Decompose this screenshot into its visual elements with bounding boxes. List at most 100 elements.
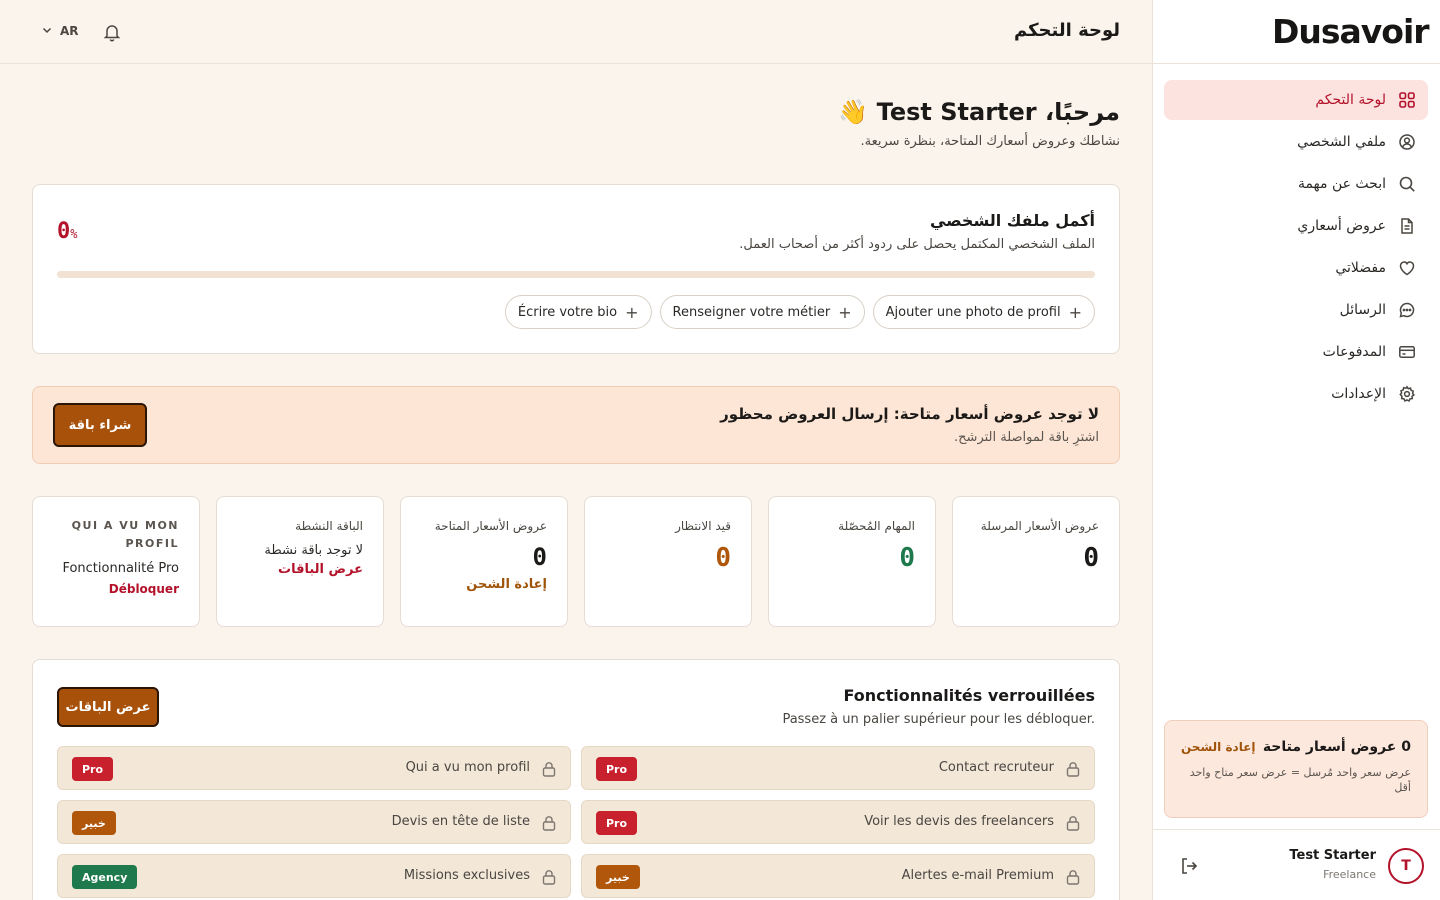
profile-actions: Écrire votre bio + Renseigner votre métie… (504, 295, 1095, 329)
set-job-chip[interactable]: Renseigner votre métier + (659, 295, 865, 329)
locked-feature-row[interactable]: Voir les devis des freelancers Pro (581, 800, 1095, 844)
locked-feature-row[interactable]: Missions exclusives Agency (57, 854, 571, 898)
chat-icon (1398, 301, 1416, 319)
gear-icon (1398, 385, 1416, 403)
sidebar-item-messages[interactable]: الرسائل (1164, 290, 1428, 330)
chevron-down-icon (42, 24, 52, 38)
stat-label: QUI A VU MON PROFIL (71, 519, 179, 550)
profile-card-title: أكمل ملفك الشخصي (929, 211, 1095, 230)
stat-label: الباقة النشطة (295, 519, 363, 533)
stat-quotes-sent: عروض الأسعار المرسلة 0 (952, 496, 1120, 627)
sidebar-item-label: ملفي الشخصي (1297, 134, 1386, 150)
stat-missions-won: المهام المُحصّلة 0 (768, 496, 936, 627)
search-icon (1398, 175, 1416, 193)
profile-percent: 0% (57, 219, 78, 244)
avatar[interactable]: T (1388, 848, 1424, 884)
feature-name: Alertes e-mail Premium (901, 868, 1054, 883)
page-title: لوحة التحكم (1013, 20, 1120, 41)
locked-feature-row[interactable]: Qui a vu mon profil Pro (57, 746, 571, 790)
view-plans-button[interactable]: عرض الباقات (57, 687, 159, 727)
stat-label: قيد الانتظار (675, 519, 731, 533)
feature-name: Missions exclusives (403, 868, 530, 883)
sidebar-item-label: الرسائل (1339, 302, 1386, 318)
bell-icon[interactable] (102, 22, 122, 42)
recharge-link[interactable]: إعادة الشحن (421, 577, 547, 592)
sidebar-item-label: عروض أسعاري (1297, 218, 1386, 234)
locked-feature-row[interactable]: Alertes e-mail Premium خبير (581, 854, 1095, 898)
sidebar-item-quotes[interactable]: عروض أسعاري (1164, 206, 1428, 246)
stat-label: عروض الأسعار المرسلة (980, 519, 1099, 533)
credits-note: عرض سعر واحد مُرسل = عرض سعر متاح واحد أ… (1189, 766, 1411, 794)
document-icon (1398, 217, 1416, 235)
sidebar-item-favorites[interactable]: مفضلاتي (1164, 248, 1428, 288)
language-label: AR (60, 24, 79, 38)
feature-name: Contact recruteur (938, 760, 1054, 775)
user-role: Freelance (1323, 868, 1376, 881)
buy-plan-button[interactable]: شراء باقة (53, 403, 147, 447)
sidebar-item-settings[interactable]: الإعدادات (1164, 374, 1428, 414)
plus-icon: + (1068, 302, 1082, 322)
profile-completion-card: أكمل ملفك الشخصي الملف الشخصي المكتمل يح… (32, 184, 1120, 354)
tier-badge: Pro (596, 811, 638, 835)
welcome-subtitle: نشاطك وعروض أسعارك المتاحة، بنظرة سريعة. (860, 134, 1121, 149)
sidebar: Dusavoir لوحة التحكم ملفي الشخصي ابحث عن… (1152, 0, 1440, 900)
stat-value: 0 (715, 543, 731, 573)
logout-icon[interactable] (1179, 856, 1199, 876)
credits-card: 0 عروض أسعار متاحة إعادة الشحن عرض سعر و… (1164, 720, 1428, 818)
brand-logo[interactable]: Dusavoir (1272, 14, 1430, 50)
tier-badge: Agency (72, 865, 138, 889)
stat-value: 0 (1083, 543, 1099, 573)
write-bio-chip[interactable]: Écrire votre bio + (504, 295, 652, 329)
recharge-link[interactable]: إعادة الشحن (1181, 740, 1256, 754)
locked-features-card: Fonctionnalités verrouillées Passez à un… (32, 659, 1120, 900)
sidebar-item-label: الإعدادات (1331, 386, 1386, 402)
lock-icon (1066, 870, 1080, 885)
plus-icon: + (838, 302, 852, 322)
alert-subtitle: اشترِ باقة لمواصلة الترشح. (954, 430, 1099, 445)
unlock-link[interactable]: Débloquer (53, 582, 179, 596)
lock-icon (542, 870, 556, 885)
sidebar-item-label: لوحة التحكم (1315, 92, 1386, 108)
stat-value: 0 (899, 543, 915, 573)
tier-badge: خبير (596, 865, 640, 889)
credit-card-icon (1398, 343, 1416, 361)
language-selector[interactable]: AR (42, 24, 79, 38)
stat-text: لا توجد باقة نشطة (264, 543, 363, 558)
add-photo-chip[interactable]: Ajouter une photo de profil + (872, 295, 1095, 329)
lock-icon (1066, 762, 1080, 777)
heart-icon (1398, 259, 1416, 277)
tier-badge: Pro (596, 757, 638, 781)
sidebar-item-profile[interactable]: ملفي الشخصي (1164, 122, 1428, 162)
profile-card-subtitle: الملف الشخصي المكتمل يحصل على ردود أكثر … (739, 237, 1095, 252)
tier-badge: خبير (72, 811, 116, 835)
stat-value: 0 (532, 543, 547, 571)
no-credits-alert: لا توجد عروض أسعار متاحة: إرسال العروض م… (32, 386, 1120, 464)
welcome-title: مرحبًا، Test Starter 👋 (838, 98, 1120, 126)
user-name: Test Starter (1289, 848, 1376, 863)
stat-label: المهام المُحصّلة (838, 519, 915, 533)
lock-icon (542, 762, 556, 777)
profile-progress-bar (57, 271, 1095, 278)
stat-pending: قيد الانتظار 0 (584, 496, 752, 627)
sidebar-item-label: المدفوعات (1322, 344, 1386, 360)
grid-icon (1398, 91, 1416, 109)
sidebar-nav: لوحة التحكم ملفي الشخصي ابحث عن مهمة عرو… (1164, 80, 1428, 416)
locked-feature-row[interactable]: Contact recruteur Pro (581, 746, 1095, 790)
stat-text: Fonctionnalité Pro (62, 561, 179, 576)
lock-icon (1066, 816, 1080, 831)
sidebar-item-label: ابحث عن مهمة (1297, 176, 1386, 192)
locked-feature-row[interactable]: Devis en tête de liste خبير (57, 800, 571, 844)
feature-name: Qui a vu mon profil (405, 760, 530, 775)
topbar: لوحة التحكم AR (0, 0, 1152, 64)
user-circle-icon (1398, 133, 1416, 151)
stat-quotes-available: عروض الأسعار المتاحة 0 إعادة الشحن (400, 496, 568, 627)
lock-icon (542, 816, 556, 831)
sidebar-item-dashboard[interactable]: لوحة التحكم (1164, 80, 1428, 120)
view-plans-link[interactable]: عرض الباقات (237, 562, 363, 577)
locked-subtitle: Passez à un palier supérieur pour les dé… (782, 712, 1095, 727)
user-bar: T Test Starter Freelance (1153, 829, 1440, 900)
feature-name: Voir les devis des freelancers (864, 814, 1054, 829)
sidebar-item-payments[interactable]: المدفوعات (1164, 332, 1428, 372)
sidebar-item-find-mission[interactable]: ابحث عن مهمة (1164, 164, 1428, 204)
locked-title: Fonctionnalités verrouillées (843, 686, 1095, 705)
